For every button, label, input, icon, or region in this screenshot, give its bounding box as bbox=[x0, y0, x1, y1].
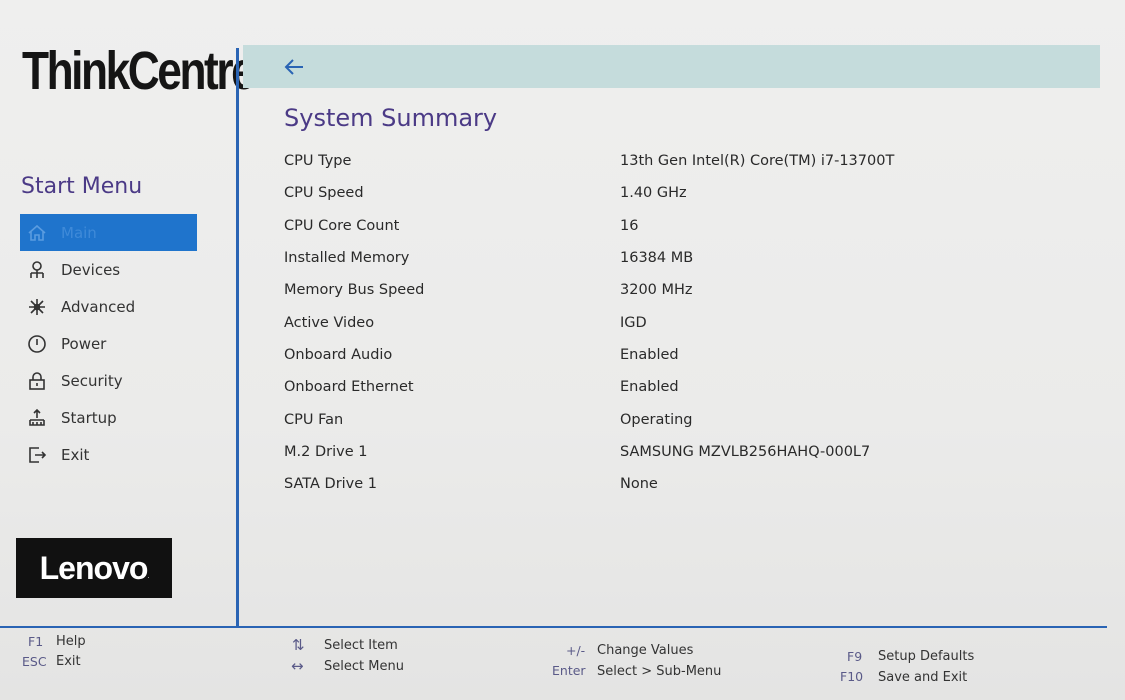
table-row: Onboard Audio Enabled bbox=[284, 339, 1084, 371]
sidebar-item-main[interactable]: Main bbox=[20, 214, 197, 251]
sidebar-item-label: Main bbox=[61, 223, 97, 242]
sidebar-item-label: Devices bbox=[61, 260, 121, 279]
f10-key: F10 bbox=[840, 669, 864, 684]
table-row: CPU Fan Operating bbox=[284, 403, 1084, 435]
row-value: Operating bbox=[620, 411, 693, 428]
sidebar-item-label: Security bbox=[61, 371, 123, 390]
updown-arrows-icon: ⇅ bbox=[292, 636, 305, 654]
row-value: 16384 MB bbox=[620, 250, 694, 267]
row-value: 1.40 GHz bbox=[620, 185, 687, 202]
row-label: SATA Drive 1 bbox=[284, 476, 378, 493]
exit-hint: Exit bbox=[56, 654, 81, 669]
sidebar-item-devices[interactable]: Devices bbox=[20, 251, 197, 288]
row-label: Installed Memory bbox=[284, 250, 410, 267]
esc-key: ESC bbox=[22, 654, 47, 669]
row-value: Enabled bbox=[620, 379, 679, 396]
row-label: Onboard Ethernet bbox=[284, 379, 414, 396]
save-exit-hint: Save and Exit bbox=[878, 670, 968, 685]
table-row: Installed Memory 16384 MB bbox=[284, 242, 1084, 274]
exit-icon bbox=[22, 436, 52, 473]
sidebar-item-startup[interactable]: Startup bbox=[20, 399, 197, 436]
table-row: Active Video IGD bbox=[284, 306, 1084, 338]
plusminus-key: +/- bbox=[566, 643, 586, 658]
vertical-divider bbox=[236, 48, 239, 628]
row-label: CPU Fan bbox=[284, 411, 344, 428]
thinkcentre-logo: ThinkCentre. bbox=[22, 41, 256, 101]
startup-icon bbox=[22, 399, 52, 436]
row-label: Active Video bbox=[284, 314, 375, 331]
sidebar-menu: Main Devices Advanced Power Security Sta… bbox=[20, 214, 197, 473]
f1-key: F1 bbox=[28, 634, 44, 649]
row-label: Onboard Audio bbox=[284, 346, 393, 363]
sidebar-item-exit[interactable]: Exit bbox=[20, 436, 197, 473]
submenu-hint: Select > Sub-Menu bbox=[597, 664, 722, 679]
sidebar-item-label: Advanced bbox=[61, 297, 136, 316]
row-label: Memory Bus Speed bbox=[284, 282, 425, 299]
enter-key: Enter bbox=[552, 663, 586, 678]
lenovo-logo: Lenovo. bbox=[16, 538, 172, 598]
advanced-icon bbox=[22, 288, 52, 325]
header-bar bbox=[243, 45, 1100, 88]
row-value: Enabled bbox=[620, 346, 679, 363]
row-value: 13th Gen Intel(R) Core(TM) i7-13700T bbox=[620, 153, 895, 170]
sidebar-item-label: Power bbox=[61, 334, 107, 353]
change-values-hint: Change Values bbox=[597, 643, 694, 658]
select-menu-hint: Select Menu bbox=[324, 659, 404, 674]
sidebar-item-label: Exit bbox=[61, 445, 90, 464]
row-value: SAMSUNG MZVLB256HAHQ-000L7 bbox=[620, 443, 871, 460]
sidebar-item-power[interactable]: Power bbox=[20, 325, 197, 362]
row-value: 16 bbox=[620, 217, 639, 234]
footer-divider bbox=[0, 626, 1107, 628]
select-item-hint: Select Item bbox=[324, 638, 398, 653]
row-label: CPU Speed bbox=[284, 185, 364, 202]
power-icon bbox=[22, 325, 52, 362]
table-row: CPU Speed 1.40 GHz bbox=[284, 177, 1084, 209]
leftright-arrows-icon: ↔ bbox=[291, 657, 304, 675]
sidebar-item-security[interactable]: Security bbox=[20, 362, 197, 399]
row-label: M.2 Drive 1 bbox=[284, 443, 368, 460]
lock-icon bbox=[22, 362, 52, 399]
help-hint: Help bbox=[56, 634, 86, 649]
start-menu-title: Start Menu bbox=[21, 174, 143, 199]
row-value: 3200 MHz bbox=[620, 282, 693, 299]
devices-icon bbox=[22, 251, 52, 288]
row-label: CPU Type bbox=[284, 153, 352, 170]
row-label: CPU Core Count bbox=[284, 217, 400, 234]
f9-key: F9 bbox=[847, 649, 863, 664]
table-row: CPU Type 13th Gen Intel(R) Core(TM) i7-13… bbox=[284, 145, 1084, 177]
setup-defaults-hint: Setup Defaults bbox=[878, 649, 975, 664]
row-value: None bbox=[620, 476, 658, 493]
home-icon bbox=[22, 214, 52, 251]
table-row: Onboard Ethernet Enabled bbox=[284, 371, 1084, 403]
table-row: Memory Bus Speed 3200 MHz bbox=[284, 274, 1084, 306]
back-arrow-icon[interactable] bbox=[283, 57, 305, 81]
sidebar-item-advanced[interactable]: Advanced bbox=[20, 288, 197, 325]
table-row: SATA Drive 1 None bbox=[284, 468, 1084, 500]
summary-table: CPU Type 13th Gen Intel(R) Core(TM) i7-13… bbox=[284, 145, 1084, 500]
page-title: System Summary bbox=[284, 104, 498, 132]
table-row: CPU Core Count 16 bbox=[284, 210, 1084, 242]
row-value: IGD bbox=[620, 314, 647, 331]
sidebar-item-label: Startup bbox=[61, 408, 117, 427]
table-row: M.2 Drive 1 SAMSUNG MZVLB256HAHQ-000L7 bbox=[284, 436, 1084, 468]
